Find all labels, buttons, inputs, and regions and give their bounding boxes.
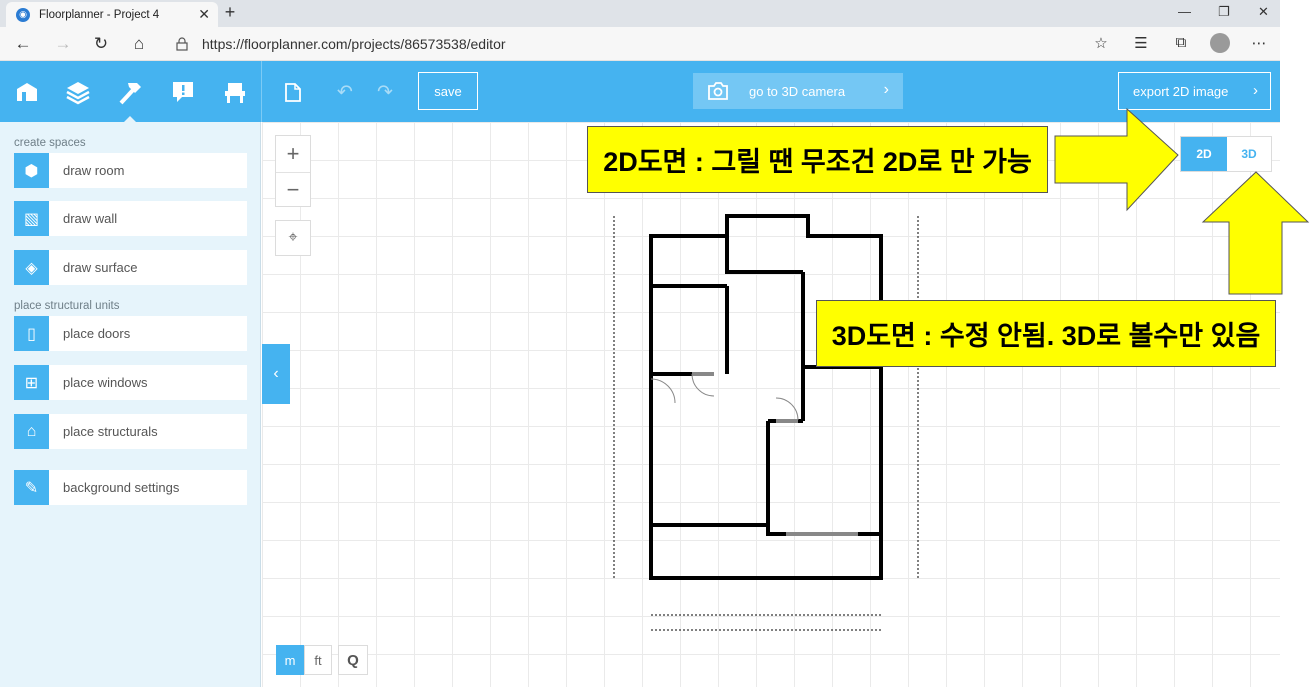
annotation-2d-note: 2D도면 : 그릴 땐 무조건 2D로 만 가능 — [587, 126, 1048, 193]
annotation-3d-note: 3D도면 : 수정 안됨. 3D로 볼수만 있음 — [816, 300, 1276, 367]
right-arrow-annotation — [1054, 107, 1179, 212]
up-arrow-annotation — [1201, 171, 1310, 295]
